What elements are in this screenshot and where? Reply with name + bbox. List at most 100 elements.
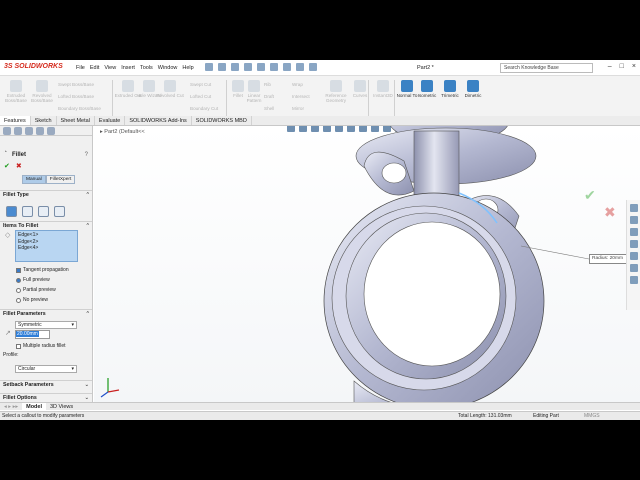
- lofted-cut-button[interactable]: Lofted Cut: [190, 94, 211, 99]
- tab-evaluate[interactable]: Evaluate: [95, 116, 126, 125]
- custom-properties-icon[interactable]: [630, 264, 638, 272]
- revolved-boss-button[interactable]: Revolved Boss/Base: [28, 80, 56, 103]
- profile-select[interactable]: Circular ▾: [15, 365, 77, 373]
- revolved-cut-button[interactable]: Revolved Cut: [156, 80, 184, 98]
- full-preview-radio[interactable]: Full preview: [16, 277, 50, 283]
- mode-filletxpert[interactable]: FilletXpert: [45, 175, 76, 184]
- menu-insert[interactable]: Insert: [121, 65, 135, 71]
- no-preview-radio[interactable]: No preview: [16, 297, 48, 303]
- resources-icon[interactable]: [630, 204, 638, 212]
- menu-edit[interactable]: Edit: [90, 65, 99, 71]
- status-editing-mode: Editing Part: [533, 413, 559, 419]
- dimxpert-tab-icon[interactable]: [36, 127, 44, 135]
- menu-view[interactable]: View: [104, 65, 116, 71]
- status-unit-system[interactable]: MMGS: [584, 413, 600, 419]
- rebuild-icon[interactable]: [296, 63, 304, 71]
- dimetric-button[interactable]: Dimetric: [459, 80, 487, 98]
- display-manager-tab-icon[interactable]: [47, 127, 55, 135]
- variable-size-fillet-icon[interactable]: [22, 206, 33, 217]
- status-message: Select a callout to modify parameters: [2, 413, 85, 419]
- close-icon[interactable]: ×: [632, 63, 636, 70]
- partial-preview-radio[interactable]: Partial preview: [16, 287, 56, 293]
- tab-3d-views[interactable]: 3D Views: [46, 403, 77, 411]
- view-palette-icon[interactable]: [630, 240, 638, 248]
- mirror-button[interactable]: Mirror: [292, 106, 304, 111]
- tab-nav-arrows[interactable]: ◂ ▸ ▸▸: [0, 403, 22, 411]
- forum-icon[interactable]: [630, 276, 638, 284]
- fillet-parameters-header[interactable]: Fillet Parameters ^: [0, 309, 92, 318]
- fillet-type-options: [6, 206, 65, 217]
- intersect-button[interactable]: Intersect: [292, 94, 310, 99]
- tab-sheet-metal[interactable]: Sheet Metal: [57, 116, 95, 125]
- menu-tools[interactable]: Tools: [140, 65, 153, 71]
- tab-mbd[interactable]: SOLIDWORKS MBD: [192, 116, 252, 125]
- select-icon[interactable]: [283, 63, 291, 71]
- menu-file[interactable]: File: [76, 65, 85, 71]
- wrap-button[interactable]: Wrap: [292, 82, 303, 87]
- ok-button[interactable]: ✔: [4, 163, 10, 170]
- cancel-button[interactable]: ✖: [16, 163, 22, 170]
- tab-model[interactable]: Model: [22, 403, 46, 411]
- save-icon[interactable]: [244, 63, 252, 71]
- menu-help[interactable]: Help: [182, 65, 193, 71]
- full-round-fillet-icon[interactable]: [54, 206, 65, 217]
- property-manager-tab-icon[interactable]: [14, 127, 22, 135]
- graphics-area[interactable]: ▸ Part2 (Default<< Radius: 20mm ✔ ✖: [94, 126, 640, 409]
- restore-icon[interactable]: □: [620, 63, 624, 70]
- multiple-radius-checkbox[interactable]: Multiple radius fillet: [16, 343, 66, 349]
- document-title: Part2 *: [417, 65, 434, 71]
- feature-tree-tab-icon[interactable]: [3, 127, 11, 135]
- edge-selection-list[interactable]: Edge<1> Edge<2> Edge<4>: [15, 230, 78, 262]
- shell-button[interactable]: Shell: [264, 106, 274, 111]
- mode-switch: Manual FilletXpert: [22, 175, 76, 184]
- file-explorer-icon[interactable]: [630, 228, 638, 236]
- pattern-icon: [248, 80, 260, 92]
- fillet-method-select[interactable]: Symmetric ▾: [15, 321, 77, 329]
- undo-icon[interactable]: [270, 63, 278, 71]
- menu-window[interactable]: Window: [158, 65, 178, 71]
- tab-addins[interactable]: SOLIDWORKS Add-Ins: [125, 116, 192, 125]
- confirm-corner-cancel-icon[interactable]: ✖: [604, 204, 616, 221]
- edge-selection-icon: ◇: [5, 232, 11, 239]
- design-library-icon[interactable]: [630, 216, 638, 224]
- swept-cut-button[interactable]: Swept Cut: [190, 82, 211, 87]
- list-item[interactable]: Edge<4>: [18, 245, 75, 252]
- search-input[interactable]: Search Knowledge Base: [500, 63, 593, 73]
- confirm-corner-ok-icon[interactable]: ✔: [584, 187, 596, 204]
- options-icon[interactable]: [309, 63, 317, 71]
- print-icon[interactable]: [257, 63, 265, 71]
- swept-boss-button[interactable]: Swept Boss/Base: [58, 82, 94, 87]
- task-pane-tabs: [626, 200, 640, 310]
- valve-model[interactable]: [94, 126, 640, 409]
- appearances-icon[interactable]: [630, 252, 638, 260]
- rib-button[interactable]: Rib: [264, 82, 271, 87]
- help-icon[interactable]: ?: [85, 152, 88, 158]
- constant-size-fillet-icon[interactable]: [6, 206, 17, 217]
- config-manager-tab-icon[interactable]: [25, 127, 33, 135]
- fillet-type-header[interactable]: Fillet Type ^: [0, 190, 92, 199]
- lofted-boss-button[interactable]: Lofted Boss/Base: [58, 94, 94, 99]
- items-to-fillet-header[interactable]: Items To Fillet ^: [0, 221, 92, 230]
- extruded-boss-button[interactable]: Extruded Boss/Base: [2, 80, 30, 103]
- command-tabs: Features Sketch Sheet Metal Evaluate SOL…: [0, 116, 640, 126]
- draft-button[interactable]: Draft: [264, 94, 274, 99]
- radius-callout[interactable]: Radius: 20mm: [589, 254, 627, 264]
- fillet-icon: ◔: [3, 149, 8, 156]
- fillet-options-header[interactable]: Fillet Options ⌄: [0, 393, 92, 402]
- tab-features[interactable]: Features: [0, 116, 31, 125]
- new-doc-icon[interactable]: [218, 63, 226, 71]
- home-icon[interactable]: [205, 63, 213, 71]
- title-bar: 3S SOLIDWORKS File Edit View Insert Tool…: [0, 60, 640, 76]
- setback-parameters-header[interactable]: Setback Parameters ⌄: [0, 380, 92, 389]
- tangent-propagation-checkbox[interactable]: Tangent propagation: [16, 267, 69, 273]
- boundary-cut-button[interactable]: Boundary Cut: [190, 106, 218, 111]
- open-icon[interactable]: [231, 63, 239, 71]
- tab-sketch[interactable]: Sketch: [31, 116, 57, 125]
- quick-access-toolbar: [205, 63, 317, 71]
- face-fillet-icon[interactable]: [38, 206, 49, 217]
- radius-input[interactable]: 20.00mm: [15, 330, 50, 339]
- boundary-boss-button[interactable]: Boundary Boss/Base: [58, 106, 101, 111]
- minimize-icon[interactable]: –: [608, 63, 612, 70]
- menu-bar: File Edit View Insert Tools Window Help: [76, 65, 194, 71]
- mode-manual[interactable]: Manual: [22, 175, 46, 184]
